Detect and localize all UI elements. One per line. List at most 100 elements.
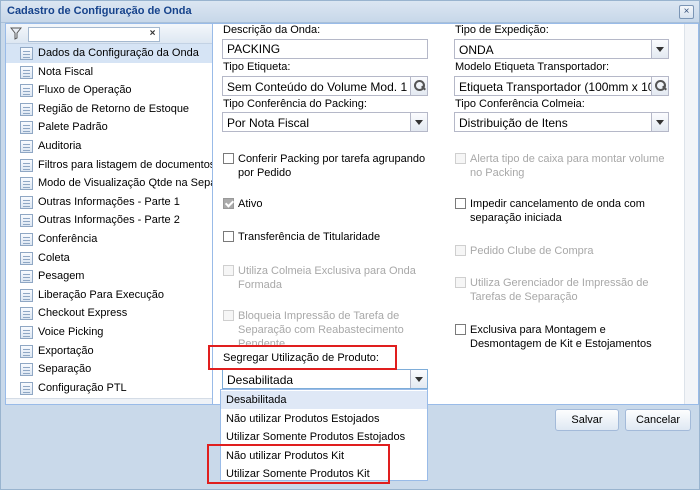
tree-item[interactable]: Nota Fiscal: [6, 63, 212, 82]
checkbox-box-checked[interactable]: [223, 198, 234, 209]
tipo-etiqueta-value: Sem Conteúdo do Volume Mod. 1 (70m: [227, 80, 407, 94]
tipo-expedicao-select[interactable]: ONDA: [454, 39, 669, 59]
dropdown-option[interactable]: Desabilitada: [221, 391, 427, 409]
descricao-field[interactable]: PACKING: [222, 39, 428, 59]
document-icon: [20, 47, 33, 60]
document-icon: [20, 381, 33, 395]
tree-item-label: Conferência: [38, 232, 98, 245]
tree-item-label: Fluxo de Operação: [38, 84, 132, 97]
document-icon: [20, 232, 33, 246]
document-icon: [20, 363, 33, 377]
document-icon: [20, 158, 33, 172]
clear-search-icon[interactable]: ×: [146, 28, 159, 41]
tree-item-label: Outras Informações - Parte 2: [38, 214, 180, 227]
tree-item-label: Outras Informações - Parte 1: [38, 195, 180, 208]
tree-item[interactable]: Separação: [6, 360, 212, 379]
exclusiva-montagem-label: Exclusiva para Montagem e Desmontagem de…: [470, 324, 652, 350]
checkbox-box[interactable]: [455, 324, 466, 335]
document-icon: [20, 195, 33, 209]
document-icon: [20, 307, 33, 321]
chevron-down-icon[interactable]: [410, 113, 427, 131]
tree-item[interactable]: Pesagem: [6, 267, 212, 286]
close-icon: ×: [683, 6, 690, 17]
document-icon: [20, 214, 33, 228]
filter-icon[interactable]: [10, 27, 22, 40]
pedido-clube-label: Pedido Clube de Compra: [470, 245, 594, 257]
checkbox-box-disabled: [223, 265, 234, 276]
save-button[interactable]: Salvar: [555, 409, 619, 431]
checkbox-box[interactable]: [455, 198, 466, 209]
search-icon[interactable]: [651, 77, 668, 95]
tree-item-label: Auditoria: [38, 139, 82, 152]
tree-horizontal-scrollbar[interactable]: [6, 398, 212, 404]
tree-item-label: Exportação: [38, 344, 94, 357]
sections-tree-panel: × Dados da Configuração da Onda Nota Fisc…: [5, 23, 213, 405]
tree-item[interactable]: Checkout Express: [6, 304, 212, 323]
window-titlebar[interactable]: Cadastro de Configuração de Onda ×: [1, 1, 699, 23]
tree-item[interactable]: Outras Informações - Parte 2: [6, 211, 212, 230]
document-icon: [20, 84, 33, 98]
tree-item[interactable]: Configuração PTL: [6, 379, 212, 398]
chevron-down-icon[interactable]: [410, 370, 427, 388]
tree-item[interactable]: Liberação Para Execução: [6, 286, 212, 305]
checkbox-box-disabled: [223, 310, 234, 321]
tree-item[interactable]: Outras Informações - Parte 1: [6, 193, 212, 212]
tipo-conf-colmeia-select[interactable]: Distribuição de Itens: [454, 112, 669, 132]
modelo-etiqueta-lookup[interactable]: Etiqueta Transportador (100mm x 100mm: [454, 76, 669, 96]
document-icon: [20, 121, 33, 135]
tree-item-label: Modo de Visualização Qtde na Separação: [38, 177, 212, 190]
tree-item[interactable]: Conferência: [6, 230, 212, 249]
transferencia-label: Transferência de Titularidade: [238, 231, 381, 243]
tree-list: Dados da Configuração da Onda Nota Fiscal…: [6, 44, 212, 404]
tipo-etiqueta-lookup[interactable]: Sem Conteúdo do Volume Mod. 1 (70m: [222, 76, 428, 96]
chevron-down-icon[interactable]: [651, 40, 668, 58]
tipo-conf-packing-select[interactable]: Por Nota Fiscal: [222, 112, 428, 132]
search-icon[interactable]: [410, 77, 427, 95]
tree-item-label: Configuração PTL: [38, 381, 127, 394]
segregar-select[interactable]: Desabilitada: [222, 369, 428, 389]
window-title: Cadastro de Configuração de Onda: [7, 5, 192, 17]
tipo-etiqueta-label: Tipo Etiqueta:: [223, 61, 291, 73]
tree-search-input[interactable]: [28, 27, 160, 42]
tree-item[interactable]: Filtros para listagem de documentos: [6, 156, 212, 175]
tree-item-label: Palete Padrão: [38, 121, 108, 134]
tree-item[interactable]: Região de Retorno de Estoque: [6, 100, 212, 119]
tree-item-label: Dados da Configuração da Onda: [38, 47, 199, 59]
tree-item-label: Filtros para listagem de documentos: [38, 158, 213, 171]
tree-item[interactable]: Coleta: [6, 249, 212, 268]
close-button[interactable]: ×: [679, 5, 694, 19]
tree-item[interactable]: Palete Padrão: [6, 118, 212, 137]
conferir-packing-label: Conferir Packing por tarefa agrupando po…: [238, 153, 426, 179]
checkbox-box[interactable]: [223, 153, 234, 164]
tipo-conf-packing-label: Tipo Conferência do Packing:: [223, 98, 367, 110]
tree-item[interactable]: Modo de Visualização Qtde na Separação: [6, 174, 212, 193]
alerta-tipo-caixa-label: Alerta tipo de caixa para montar volume …: [470, 153, 665, 179]
cancel-button[interactable]: Cancelar: [625, 409, 691, 431]
tipo-conf-colmeia-label: Tipo Conferência Colmeia:: [455, 98, 585, 110]
document-icon: [20, 325, 33, 339]
tipo-expedicao-label: Tipo de Expedição:: [455, 24, 549, 36]
tree-item-label: Região de Retorno de Estoque: [38, 102, 190, 115]
tree-item[interactable]: Voice Picking: [6, 323, 212, 342]
document-icon: [20, 270, 33, 284]
document-icon: [20, 65, 33, 79]
gerenciador-impressao-label: Utiliza Gerenciador de Impressão de Tare…: [470, 277, 649, 303]
document-icon: [20, 288, 33, 302]
tree-item-label: Voice Picking: [38, 325, 104, 338]
descricao-label: Descrição da Onda:: [223, 24, 321, 36]
checkbox-box[interactable]: [223, 231, 234, 242]
tree-item[interactable]: Fluxo de Operação: [6, 81, 212, 100]
tipo-expedicao-value: ONDA: [459, 43, 494, 57]
document-icon: [20, 344, 33, 358]
checkbox-box-disabled: [455, 245, 466, 256]
form-vertical-scrollbar[interactable]: [684, 24, 698, 404]
highlight-frame-kit-options: [207, 444, 390, 484]
tree-item[interactable]: Auditoria: [6, 137, 212, 156]
chevron-down-icon[interactable]: [651, 113, 668, 131]
tree-item[interactable]: Dados da Configuração da Onda: [6, 44, 212, 63]
segregar-value: Desabilitada: [227, 373, 294, 387]
modelo-etiqueta-label: Modelo Etiqueta Transportador:: [455, 61, 610, 73]
tree-item[interactable]: Exportação: [6, 342, 212, 361]
dropdown-option[interactable]: Não utilizar Produtos Estojados: [221, 410, 427, 428]
tree-item-label: Coleta: [38, 251, 70, 264]
